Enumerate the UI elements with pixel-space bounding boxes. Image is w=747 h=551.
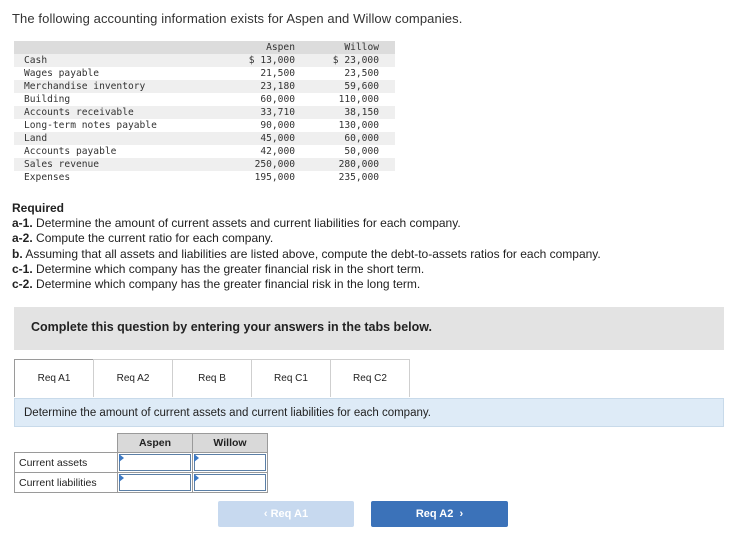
prev-tab-button[interactable]: ‹ Req A1 — [218, 501, 354, 527]
row-label: Expenses — [24, 172, 71, 183]
row-label: Merchandise inventory — [24, 81, 146, 92]
willow-value: 23,500 — [344, 68, 379, 79]
required-section: Required a-1. Determine the amount of cu… — [12, 201, 601, 292]
row-label: Building — [24, 94, 71, 105]
answer-col-aspen: Aspen — [117, 433, 193, 453]
aspen-value: 21,500 — [260, 68, 295, 79]
willow-value: $ 23,000 — [332, 55, 379, 66]
aspen-value: 60,000 — [260, 94, 295, 105]
requirement-text: Determine the amount of current assets a… — [32, 216, 461, 231]
input-flag-icon — [194, 474, 199, 482]
tab-req-c1[interactable]: Req C1 — [251, 359, 331, 397]
willow-value: 280,000 — [338, 159, 379, 170]
aspen-value: 23,180 — [260, 81, 295, 92]
tab-req-a2[interactable]: Req A2 — [93, 359, 173, 397]
requirement-b: b. Assuming that all assets and liabilit… — [12, 247, 601, 262]
table-row: Cash $ 13,000 $ 23,000 — [14, 54, 395, 67]
table-row: Building 60,000 110,000 — [14, 93, 395, 106]
requirement-text: Assuming that all assets and liabilities… — [22, 246, 601, 261]
row-label: Land — [24, 133, 48, 144]
next-tab-button[interactable]: Req A2 › — [371, 501, 508, 527]
answer-header-row: Aspen Willow — [14, 433, 268, 453]
aspen-value: 33,710 — [260, 107, 295, 118]
chevron-right-icon: › — [459, 508, 464, 520]
requirement-tabs: Req A1 Req A2 Req B Req C1 Req C2 — [14, 359, 410, 397]
requirement-a2: a-2. Compute the current ratio for each … — [12, 231, 601, 246]
requirement-key: a-2. — [12, 231, 33, 246]
input-flag-icon — [119, 454, 124, 462]
accounting-data-table: Aspen Willow Cash $ 13,000 $ 23,000 Wages … — [14, 41, 395, 184]
aspen-current-assets-input[interactable] — [119, 454, 191, 471]
requirement-key: b. — [12, 246, 23, 261]
willow-value: 38,150 — [344, 107, 379, 118]
willow-current-liabilities-input[interactable] — [194, 474, 266, 491]
willow-value: 235,000 — [338, 172, 379, 183]
aspen-value: $ 13,000 — [248, 55, 295, 66]
table-row: Current liabilities — [14, 472, 268, 493]
requirement-c1: c-1. Determine which company has the gre… — [12, 262, 601, 277]
table-row: Merchandise inventory 23,180 59,600 — [14, 80, 395, 93]
table-row: Accounts receivable 33,710 38,150 — [14, 106, 395, 119]
table-row: Current assets — [14, 452, 268, 473]
willow-value: 110,000 — [338, 94, 379, 105]
row-label: Sales revenue — [24, 159, 100, 170]
tab-req-c2[interactable]: Req C2 — [330, 359, 410, 397]
instructions-banner: Complete this question by entering your … — [14, 307, 724, 350]
requirement-text: Determine which company has the greater … — [32, 277, 421, 292]
table-row: Long-term notes payable 90,000 130,000 — [14, 119, 395, 132]
willow-value: 50,000 — [344, 146, 379, 157]
table-row: Accounts payable 42,000 50,000 — [14, 145, 395, 158]
required-heading: Required — [12, 201, 65, 215]
willow-value: 60,000 — [344, 133, 379, 144]
chevron-left-icon: ‹ — [263, 508, 268, 520]
aspen-value: 195,000 — [254, 172, 295, 183]
aspen-value: 42,000 — [260, 146, 295, 157]
requirement-key: c-2. — [12, 277, 33, 292]
table-row: Land 45,000 60,000 — [14, 132, 395, 145]
table-row: Expenses 195,000 235,000 — [14, 171, 395, 184]
requirement-a1: a-1. Determine the amount of current ass… — [12, 216, 601, 231]
requirement-c2: c-2. Determine which company has the gre… — [12, 277, 601, 292]
requirement-text: Determine which company has the greater … — [32, 261, 425, 276]
willow-value: 130,000 — [338, 120, 379, 131]
requirement-text: Compute the current ratio for each compa… — [32, 231, 274, 246]
aspen-current-liabilities-input[interactable] — [119, 474, 191, 491]
next-button-label: Req A2 — [415, 508, 454, 520]
answer-table: Aspen Willow Current assets Current liab… — [14, 433, 268, 493]
willow-current-assets-input[interactable] — [194, 454, 266, 471]
table-row: Wages payable 21,500 23,500 — [14, 67, 395, 80]
aspen-value: 250,000 — [254, 159, 295, 170]
row-label: Cash — [24, 55, 48, 66]
input-flag-icon — [119, 474, 124, 482]
tab-req-a1[interactable]: Req A1 — [14, 359, 94, 397]
table-row: Sales revenue 250,000 280,000 — [14, 158, 395, 171]
tab-req-b[interactable]: Req B — [172, 359, 252, 397]
row-label-current-liabilities: Current liabilities — [14, 472, 118, 493]
row-label: Accounts payable — [24, 146, 117, 157]
prev-button-label: Req A1 — [270, 508, 309, 520]
row-label: Long-term notes payable — [24, 120, 157, 131]
intro-text: The following accounting information exi… — [12, 11, 463, 26]
requirement-key: c-1. — [12, 261, 33, 276]
row-label: Accounts receivable — [24, 107, 134, 118]
tab-instruction: Determine the amount of current assets a… — [14, 398, 724, 427]
requirement-key: a-1. — [12, 216, 33, 231]
table-header-row: Aspen Willow — [14, 41, 395, 54]
aspen-value: 90,000 — [260, 120, 295, 131]
row-label-current-assets: Current assets — [14, 452, 118, 473]
willow-value: 59,600 — [344, 81, 379, 92]
answer-col-willow: Willow — [192, 433, 268, 453]
col-header-willow: Willow — [344, 42, 379, 53]
input-flag-icon — [194, 454, 199, 462]
aspen-value: 45,000 — [260, 133, 295, 144]
col-header-aspen: Aspen — [266, 42, 295, 53]
row-label: Wages payable — [24, 68, 100, 79]
